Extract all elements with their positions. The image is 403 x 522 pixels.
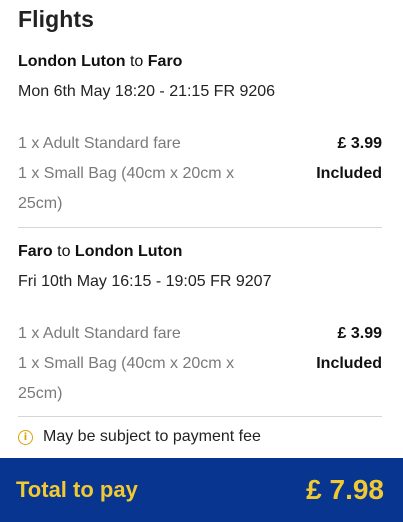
flight-schedule: Fri 10th May 16:15 - 19:05 FR 9207 <box>18 273 272 290</box>
fare-items: 1 x Adult Standard fare £ 3.99 1 x Small… <box>18 129 382 219</box>
item-price: £ 3.99 <box>337 135 382 152</box>
total-label: Total to pay <box>16 477 138 502</box>
total-bar: Total to pay £ 7.98 <box>0 458 403 522</box>
route: London Luton to Faro <box>18 52 382 72</box>
origin: London Luton <box>18 53 126 70</box>
flight-schedule: Mon 6th May 18:20 - 21:15 FR 9206 <box>18 83 276 100</box>
bag-item: 1 x Small Bag (40cm x 20cm x 25cm) Inclu… <box>18 159 382 219</box>
divider <box>18 416 382 417</box>
bag-item: 1 x Small Bag (40cm x 20cm x 25cm) Inclu… <box>18 349 382 409</box>
item-price: Included <box>316 355 382 372</box>
item-description: 1 x Small Bag (40cm x 20cm x 25cm) <box>18 355 235 402</box>
outbound-flight: London Luton to Faro Mon 6th May 18:20 -… <box>18 52 382 219</box>
total-amount: £ 7.98 <box>306 474 384 505</box>
route-connector: to <box>57 243 71 260</box>
fare-items: 1 x Adult Standard fare £ 3.99 1 x Small… <box>18 319 382 409</box>
item-price: £ 3.99 <box>337 325 382 342</box>
item-description: 1 x Small Bag (40cm x 20cm x 25cm) <box>18 165 235 212</box>
section-title: Flights <box>18 6 95 32</box>
flights-summary: Flights London Luton to Faro Mon 6th May… <box>0 0 403 458</box>
destination: London Luton <box>74 243 183 260</box>
origin: Faro <box>18 243 53 260</box>
route: Faro to London Luton <box>18 242 382 262</box>
item-description: 1 x Adult Standard fare <box>18 135 181 152</box>
destination: Faro <box>147 53 183 70</box>
info-icon: i <box>18 429 33 445</box>
fare-item: 1 x Adult Standard fare £ 3.99 <box>18 129 382 159</box>
item-price: Included <box>316 165 382 182</box>
notice-text: May be subject to payment fee <box>43 428 261 445</box>
return-flight: Faro to London Luton Fri 10th May 16:15 … <box>18 242 382 409</box>
divider <box>18 227 382 228</box>
fare-item: 1 x Adult Standard fare £ 3.99 <box>18 319 382 349</box>
item-description: 1 x Adult Standard fare <box>18 325 181 342</box>
payment-fee-notice: i May be subject to payment fee <box>18 427 261 447</box>
route-connector: to <box>129 53 144 70</box>
